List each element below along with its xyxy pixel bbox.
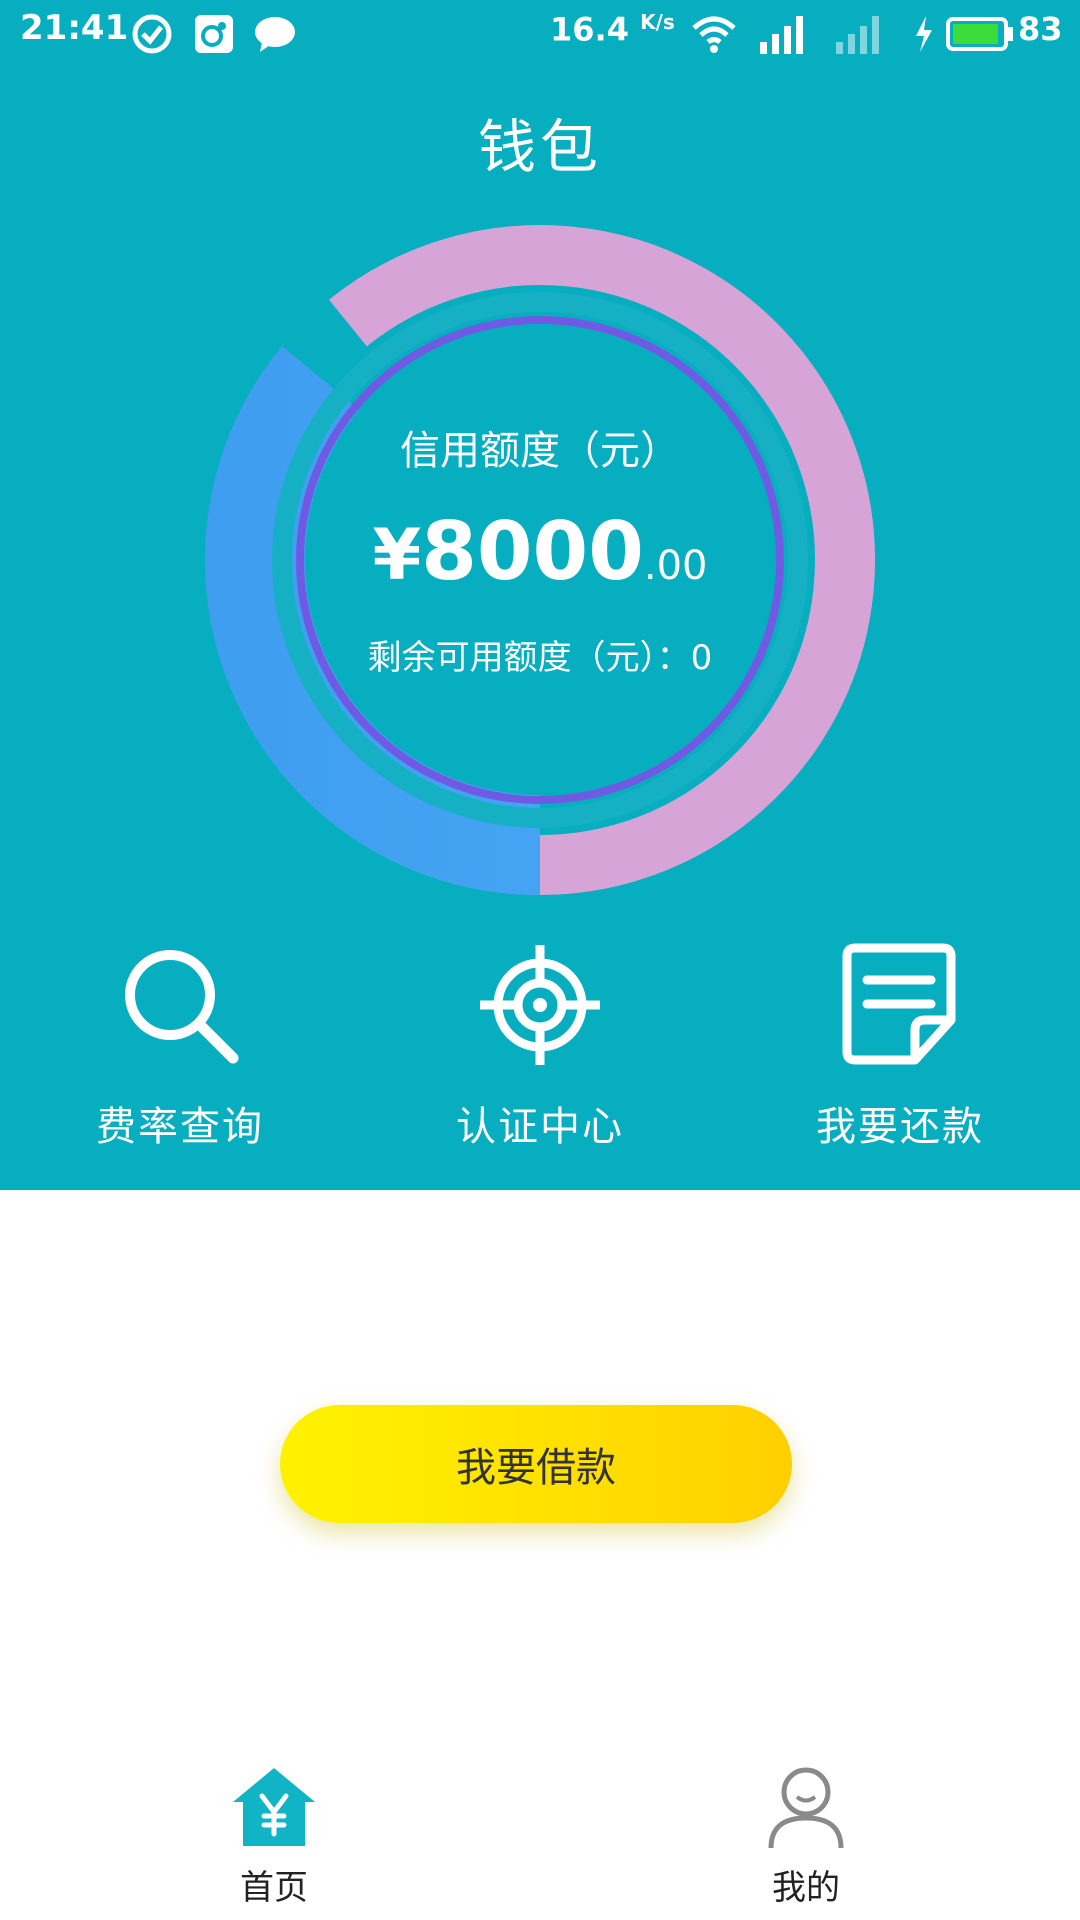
credit-amount: ¥8000.00	[0, 505, 1080, 598]
auth-center-button[interactable]: 认证中心	[390, 940, 690, 1152]
rate-query-label: 费率查询	[96, 1104, 264, 1150]
currency-symbol: ¥	[372, 514, 422, 596]
rate-query-button[interactable]: 费率查询	[30, 940, 330, 1152]
repay-button[interactable]: 我要还款	[750, 940, 1050, 1152]
check-circle-icon	[132, 14, 172, 54]
battery-level: 83	[1018, 10, 1063, 48]
tab-mine-label: 我的	[772, 1868, 840, 1908]
status-bar: 21:41 16.4 K/s 83	[0, 0, 1080, 70]
borrow-button[interactable]: 我要借款	[280, 1405, 792, 1523]
tab-home[interactable]: 首页	[164, 1762, 384, 1909]
amount-decimal: .00	[643, 543, 708, 589]
document-icon	[842, 943, 956, 1065]
tab-home-label: 首页	[240, 1868, 308, 1908]
remaining-value: 0	[690, 638, 713, 678]
battery-icon	[946, 17, 1013, 51]
credit-limit-label: 信用额度（元）	[400, 428, 680, 474]
remaining-credit: 剩余可用额度（元）：0	[0, 630, 1080, 679]
auth-center-label: 认证中心	[456, 1104, 624, 1150]
signal-4g-icon	[760, 16, 803, 54]
charging-icon	[916, 16, 932, 52]
target-icon	[480, 945, 600, 1065]
amount-integer: 8000	[421, 505, 644, 598]
signal-icon	[836, 16, 879, 54]
status-time: 21:41	[20, 8, 129, 48]
network-speed: 16.4 K/s	[550, 10, 675, 49]
app-icon	[195, 15, 233, 53]
chat-icon	[255, 17, 295, 52]
user-icon	[768, 1767, 844, 1849]
tab-mine[interactable]: 我的	[696, 1762, 916, 1909]
repay-label: 我要还款	[816, 1104, 984, 1150]
remaining-label: 剩余可用额度（元）：	[367, 638, 691, 678]
wifi-icon	[692, 16, 736, 53]
search-icon	[125, 950, 239, 1064]
page-title: 钱包	[477, 113, 602, 181]
home-yen-icon	[233, 1768, 315, 1846]
